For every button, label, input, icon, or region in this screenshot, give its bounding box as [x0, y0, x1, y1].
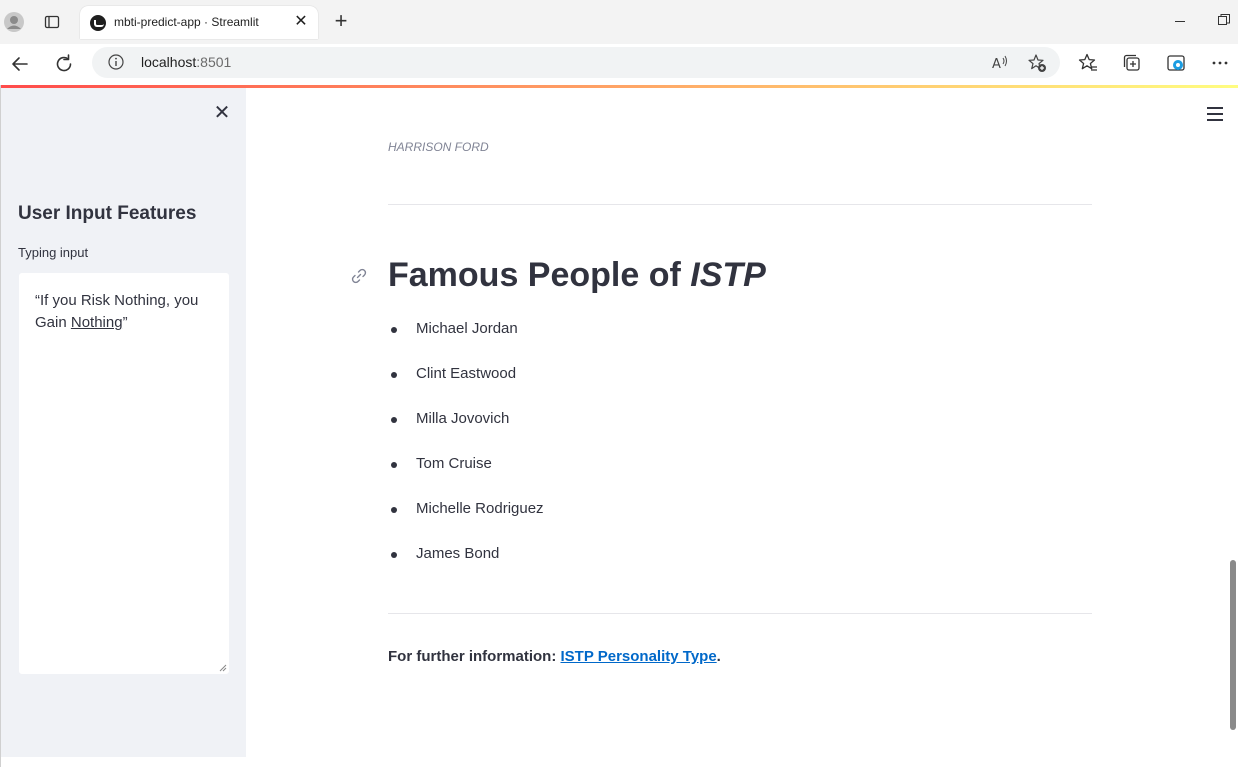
plus-icon[interactable]: + — [330, 10, 352, 32]
resize-handle-icon[interactable] — [219, 664, 227, 672]
heading-type: ISTP — [690, 256, 766, 294]
add-favorite-icon[interactable] — [1027, 53, 1047, 73]
scrollbar-thumb[interactable] — [1230, 560, 1236, 730]
input-text-underlined: Nothing — [70, 314, 123, 331]
page-heading: Famous People of ISTP — [388, 256, 766, 295]
list-item: Tom Cruise — [388, 453, 544, 498]
sidebar-header: User Input Features — [18, 203, 197, 224]
sidebar: ✕ User Input Features Typing input “If y… — [1, 88, 246, 757]
divider — [388, 613, 1092, 614]
list-item: Michael Jordan — [388, 318, 544, 363]
favorites-icon[interactable] — [1077, 52, 1099, 74]
typing-input-value[interactable]: “If you Risk Nothing, you Gain Nothing” — [35, 290, 215, 334]
tab-title: mbti-predict-app · Streamlit — [114, 15, 259, 29]
page-viewport: ✕ User Input Features Typing input “If y… — [0, 85, 1238, 767]
svg-text:A: A — [992, 57, 1001, 72]
hamburger-menu-icon[interactable] — [1207, 107, 1223, 121]
famous-people-list: Michael Jordan Clint Eastwood Milla Jovo… — [388, 318, 544, 588]
typing-input-textarea[interactable]: “If you Risk Nothing, you Gain Nothing” — [18, 272, 230, 675]
info-icon[interactable] — [108, 54, 124, 70]
address-bar[interactable]: localhost:8501 A — [92, 47, 1060, 78]
link-icon[interactable] — [350, 267, 368, 285]
list-item: James Bond — [388, 543, 544, 588]
previous-caption: HARRISON FORD — [388, 140, 489, 154]
heading-text: Famous People of — [388, 256, 691, 294]
profile-icon[interactable] — [4, 12, 24, 32]
streamlit-favicon-icon — [90, 15, 106, 31]
edge-copilot-icon[interactable] — [1165, 52, 1187, 74]
collections-icon[interactable] — [1121, 52, 1143, 74]
read-aloud-icon[interactable]: A — [990, 53, 1010, 73]
list-item: Michelle Rodriguez — [388, 498, 544, 543]
istp-personality-link[interactable]: ISTP Personality Type — [561, 648, 717, 665]
divider — [388, 204, 1092, 205]
url-text[interactable]: localhost:8501 — [141, 54, 231, 70]
browser-titlebar: mbti-predict-app · Streamlit ✕ + — [0, 0, 1238, 44]
url-port: :8501 — [196, 54, 232, 70]
tabs-icon[interactable] — [44, 14, 60, 30]
close-icon[interactable]: ✕ — [213, 103, 231, 123]
typing-input-label: Typing input — [18, 245, 89, 260]
list-item: Clint Eastwood — [388, 363, 544, 408]
list-item: Milla Jovovich — [388, 408, 544, 453]
further-label: For further information: — [388, 648, 561, 665]
restore-icon[interactable] — [1218, 14, 1230, 26]
more-icon[interactable] — [1209, 52, 1231, 74]
minimize-icon[interactable] — [1170, 12, 1190, 32]
further-suffix: . — [716, 648, 721, 665]
further-info: For further information: ISTP Personalit… — [388, 648, 721, 665]
main-content: HARRISON FORD Famous People of ISTP Mich… — [246, 88, 1238, 757]
input-text-part: ” — [122, 314, 128, 331]
browser-tab[interactable]: mbti-predict-app · Streamlit ✕ — [80, 6, 318, 39]
browser-toolbar: localhost:8501 A — [0, 44, 1238, 84]
url-host: localhost — [141, 54, 197, 70]
close-icon[interactable]: ✕ — [292, 13, 310, 31]
back-icon[interactable] — [8, 52, 32, 76]
refresh-icon[interactable] — [52, 52, 76, 76]
